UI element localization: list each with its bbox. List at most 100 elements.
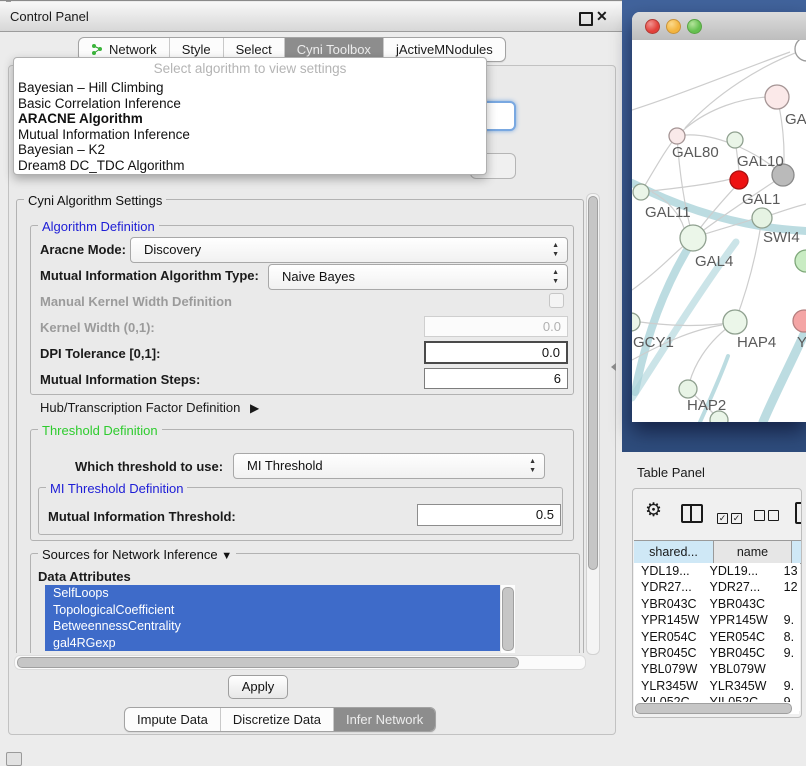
unchecked-box-icon: [754, 510, 765, 521]
hub-tf-definition-label: Hub/Transcription Factor Definition: [40, 400, 240, 415]
data-attribute-item[interactable]: TopologicalCoefficient: [45, 602, 500, 619]
network-node-gal11[interactable]: [633, 184, 649, 200]
settings-vertical-scrollbar-thumb[interactable]: [588, 196, 598, 570]
table-cell: YBR045C: [707, 645, 779, 661]
tab-infer-network[interactable]: Infer Network: [333, 708, 435, 731]
mi-algorithm-type-combo[interactable]: Naive Bayes ▲▼: [268, 264, 568, 290]
cyni-algorithm-settings-title: Cyni Algorithm Settings: [24, 193, 166, 208]
algorithm-option[interactable]: ARACNE Algorithm: [14, 111, 486, 127]
control-panel-titlebar: Control Panel ✕: [0, 2, 622, 32]
table-cell: 8.: [779, 629, 800, 645]
table-cell: YDR27...: [707, 579, 779, 595]
stepper-arrows-icon: ▲▼: [552, 241, 559, 259]
table-cell: 9.: [779, 678, 800, 694]
node-label: GAL80: [672, 144, 719, 161]
unchecked-box-icon: [768, 510, 779, 521]
attributes-scrollbar[interactable]: [501, 585, 515, 653]
network-canvas[interactable]: GALGAL80GAL10GAL1GAL11SWI4GAL4GCY1HAP4YH…: [632, 40, 806, 422]
table-row[interactable]: YBL079WYBL079W: [634, 661, 800, 677]
mi-algorithm-type-label: Mutual Information Algorithm Type:: [40, 268, 259, 283]
network-node[interactable]: [795, 250, 806, 272]
deselect-all-icon[interactable]: [754, 508, 782, 526]
close-icon[interactable]: ✕: [596, 8, 608, 25]
splitter-collapse-arrow[interactable]: [611, 363, 616, 371]
dpi-tolerance-field[interactable]: 0.0: [424, 341, 568, 364]
minimize-traffic-light[interactable]: [666, 19, 681, 34]
network-node-swi4[interactable]: [752, 208, 772, 228]
gear-icon[interactable]: ⚙: [645, 501, 662, 520]
table-cell: 9.: [779, 645, 800, 661]
algorithm-option[interactable]: Dream8 DC_TDC Algorithm: [14, 158, 486, 174]
column-header[interactable]: shared...: [634, 541, 714, 563]
tab-impute-data[interactable]: Impute Data: [125, 708, 220, 731]
aracne-mode-value: Discovery: [144, 238, 201, 262]
data-attribute-item[interactable]: SelfLoops: [45, 585, 500, 602]
table-row[interactable]: YDR27...YDR27...12: [634, 579, 800, 595]
network-node-gal[interactable]: [765, 85, 789, 109]
attributes-scrollbar-thumb[interactable]: [502, 587, 514, 651]
docked-panel-icon[interactable]: [6, 752, 22, 766]
data-attributes-label: Data Attributes: [38, 569, 131, 584]
kernel-width-label: Kernel Width (0,1):: [40, 320, 155, 335]
algorithm-option[interactable]: Bayesian – K2: [14, 142, 486, 158]
settings-viewport: Cyni Algorithm Settings Algorithm Defini…: [14, 193, 584, 653]
sources-toggle[interactable]: Sources for Network Inference ▼: [38, 547, 236, 562]
tab-discretize-data[interactable]: Discretize Data: [220, 708, 333, 731]
manual-kernel-width-checkbox[interactable]: [549, 293, 564, 308]
network-node-hap4[interactable]: [723, 310, 747, 334]
settings-horizontal-scrollbar[interactable]: [14, 655, 586, 670]
table-row[interactable]: YLR345WYLR345W9.: [634, 678, 800, 694]
network-node-gal4[interactable]: [680, 225, 706, 251]
aracne-mode-label: Aracne Mode:: [40, 242, 126, 257]
tab-impute-data-label: Impute Data: [137, 708, 208, 731]
table-cell: YLR345W: [707, 678, 779, 694]
settings-vertical-scrollbar[interactable]: [586, 193, 600, 655]
data-attributes-list: SelfLoopsTopologicalCoefficientBetweenne…: [45, 585, 515, 653]
zoom-traffic-light[interactable]: [687, 19, 702, 34]
table-horizontal-scrollbar[interactable]: [635, 702, 799, 714]
algorithm-popup-list: Bayesian – Hill ClimbingBasic Correlatio…: [14, 80, 486, 173]
checked-box-icon: ✓: [731, 513, 742, 524]
close-traffic-light[interactable]: [645, 19, 660, 34]
mi-algorithm-type-value: Naive Bayes: [282, 265, 355, 289]
table-horizontal-scrollbar-thumb[interactable]: [635, 703, 792, 714]
export-table-icon[interactable]: [795, 502, 802, 524]
float-window-icon[interactable]: [579, 12, 593, 26]
table-cell: YPR145W: [707, 612, 779, 628]
network-node-gcy1[interactable]: [632, 313, 640, 331]
column-header[interactable]: [792, 541, 802, 563]
network-node-y[interactable]: [793, 310, 806, 332]
table-row[interactable]: YER054CYER054C8.: [634, 629, 800, 645]
table-row[interactable]: YBR045CYBR045C9.: [634, 645, 800, 661]
table-row[interactable]: YBR043CYBR043C: [634, 596, 800, 612]
algorithm-option[interactable]: Mutual Information Inference: [14, 127, 486, 143]
hub-tf-definition-toggle[interactable]: Hub/Transcription Factor Definition ▶: [40, 400, 259, 415]
network-node-gal80[interactable]: [669, 128, 685, 144]
network-node-hap2[interactable]: [679, 380, 697, 398]
data-attribute-item[interactable]: BetweennessCentrality: [45, 618, 500, 635]
chevron-right-icon: ▶: [250, 401, 259, 415]
select-all-icon[interactable]: ✓✓: [717, 508, 745, 526]
kernel-width-field[interactable]: 0.0: [424, 316, 568, 337]
mi-threshold-field[interactable]: 0.5: [417, 504, 561, 526]
table-row[interactable]: YDL19...YDL19...13: [634, 563, 800, 579]
network-node[interactable]: [795, 40, 806, 61]
aracne-mode-combo[interactable]: Discovery ▲▼: [130, 237, 568, 263]
network-node-gal10[interactable]: [727, 132, 743, 148]
table-cell: YER054C: [634, 629, 707, 645]
network-node-gal1[interactable]: [730, 171, 748, 189]
which-threshold-combo[interactable]: MI Threshold ▲▼: [233, 453, 545, 479]
stepper-arrows-icon: ▲▼: [552, 268, 559, 286]
column-header[interactable]: name: [714, 541, 792, 563]
apply-button[interactable]: Apply: [228, 675, 288, 699]
mi-steps-field[interactable]: 6: [424, 368, 568, 389]
which-threshold-label: Which threshold to use:: [75, 459, 223, 474]
algorithm-option[interactable]: Basic Correlation Inference: [14, 96, 486, 112]
algorithm-option[interactable]: Bayesian – Hill Climbing: [14, 80, 486, 96]
table-cell: YDR27...: [634, 579, 707, 595]
settings-horizontal-scrollbar-thumb[interactable]: [17, 657, 519, 668]
data-attribute-item[interactable]: gal4RGexp: [45, 635, 500, 652]
select-columns-icon[interactable]: [681, 504, 703, 523]
table-row[interactable]: YPR145WYPR145W9.: [634, 612, 800, 628]
sources-title: Sources for Network Inference: [42, 547, 218, 562]
